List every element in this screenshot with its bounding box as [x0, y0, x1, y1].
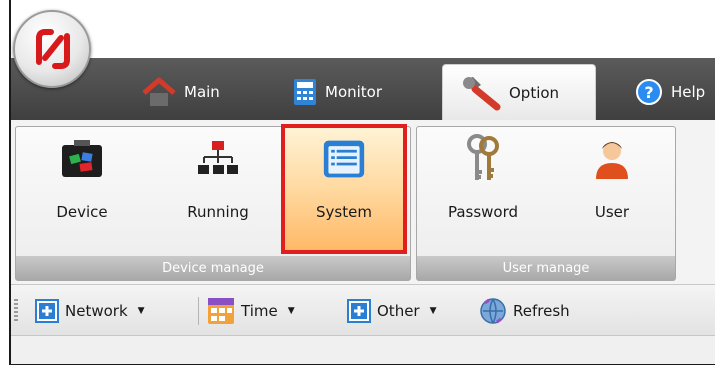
svg-text:?: ?	[644, 83, 653, 102]
time-label: Time	[241, 302, 278, 320]
refresh-label: Refresh	[513, 302, 570, 320]
other-dropdown[interactable]: Other ▼	[347, 297, 437, 325]
calendar-icon	[208, 298, 234, 324]
tab-monitor-label: Monitor	[325, 83, 383, 101]
network-dropdown[interactable]: Network ▼	[35, 297, 145, 325]
toolbar: Network ▼ Time ▼ Other ▼ Refresh	[11, 285, 715, 336]
logo-mark-icon	[36, 29, 70, 69]
toolbar-grip[interactable]	[14, 299, 18, 323]
tab-help-label: Help	[671, 83, 706, 101]
ribbon-panel: Device Running System Device manage Pass…	[11, 120, 715, 285]
app-window: Main Monitor Option ? Help Device Runnin…	[9, 0, 715, 365]
device-button-label: Device	[56, 203, 108, 221]
chevron-down-icon: ▼	[429, 306, 437, 316]
tab-option[interactable]: Option	[442, 64, 596, 121]
system-button[interactable]: System	[281, 124, 407, 254]
user-manage-caption: User manage	[417, 256, 675, 280]
tab-main-label: Main	[184, 83, 220, 101]
refresh-button[interactable]: Refresh	[479, 297, 570, 325]
network-label: Network	[65, 302, 128, 320]
add-icon	[347, 299, 371, 323]
globe-refresh-icon	[480, 298, 506, 324]
tab-monitor[interactable]: Monitor	[293, 64, 382, 120]
running-button[interactable]: Running	[158, 127, 278, 255]
running-button-label: Running	[187, 203, 249, 221]
user-button-label: User	[594, 203, 630, 221]
device-button[interactable]: Device	[22, 127, 142, 255]
system-list-icon	[323, 140, 365, 178]
help-icon: ?	[636, 79, 662, 105]
toolbar-separator	[198, 297, 199, 325]
user-button[interactable]: User	[557, 127, 667, 255]
house-icon	[142, 77, 176, 106]
tab-option-label: Option	[509, 84, 560, 102]
user-icon	[596, 142, 628, 179]
user-manage-group: Password User User manage	[416, 126, 676, 281]
password-button-label: Password	[447, 203, 519, 221]
chevron-down-icon: ▼	[137, 306, 145, 316]
system-button-label: System	[316, 203, 372, 221]
other-label: Other	[377, 302, 420, 320]
calculator-icon	[294, 79, 316, 105]
tab-help[interactable]: ? Help	[635, 64, 705, 120]
tab-main[interactable]: Main	[142, 64, 220, 120]
wrench-icon	[463, 77, 501, 111]
network-hierarchy-icon	[198, 141, 238, 174]
add-icon	[35, 299, 59, 323]
device-box-icon	[62, 140, 102, 177]
device-manage-caption: Device manage	[16, 256, 410, 280]
time-dropdown[interactable]: Time ▼	[207, 297, 295, 325]
password-button[interactable]: Password	[423, 127, 543, 255]
keys-icon	[467, 134, 499, 180]
title-bar	[11, 0, 715, 58]
chevron-down-icon: ▼	[287, 306, 295, 316]
device-manage-group: Device Running System Device manage	[15, 124, 411, 281]
app-logo[interactable]	[13, 10, 91, 88]
